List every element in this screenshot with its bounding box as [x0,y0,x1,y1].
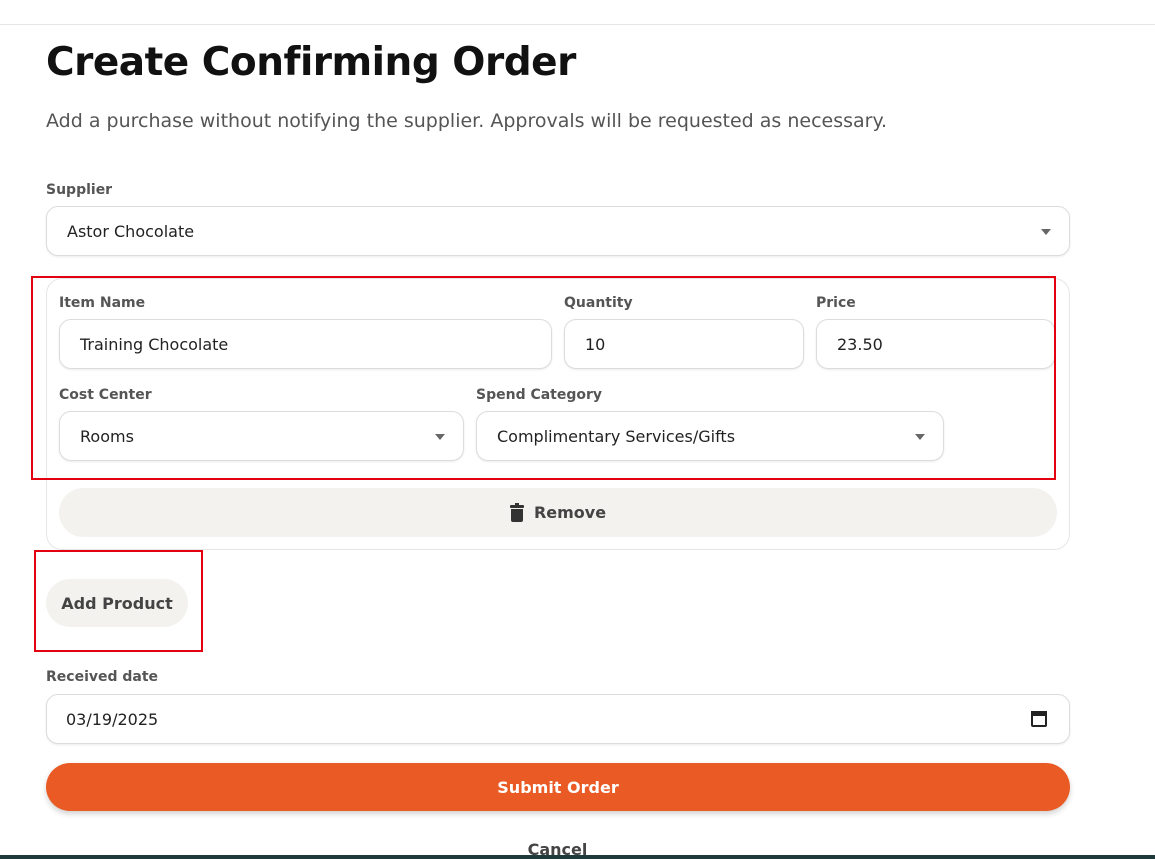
page-subtitle: Add a purchase without notifying the sup… [46,110,888,132]
received-date-value: 03/19/2025 [66,709,159,729]
bottom-bar [0,855,1155,859]
submit-order-button[interactable]: Submit Order [46,763,1070,811]
calendar-icon[interactable] [1031,711,1047,727]
add-product-highlight [34,550,203,652]
supplier-value: Astor Chocolate [67,221,195,241]
received-date-input[interactable]: 03/19/2025 [46,694,1070,744]
product-fields-highlight [31,276,1056,480]
top-divider [0,24,1155,25]
received-date-label: Received date [46,669,159,685]
supplier-select[interactable]: Astor Chocolate [46,206,1070,256]
page-title: Create Confirming Order [46,40,576,85]
remove-label: Remove [533,503,607,522]
supplier-label: Supplier [46,182,113,198]
chevron-down-icon [1041,229,1051,235]
trash-icon [509,502,524,522]
remove-button[interactable]: Remove [59,488,1057,537]
